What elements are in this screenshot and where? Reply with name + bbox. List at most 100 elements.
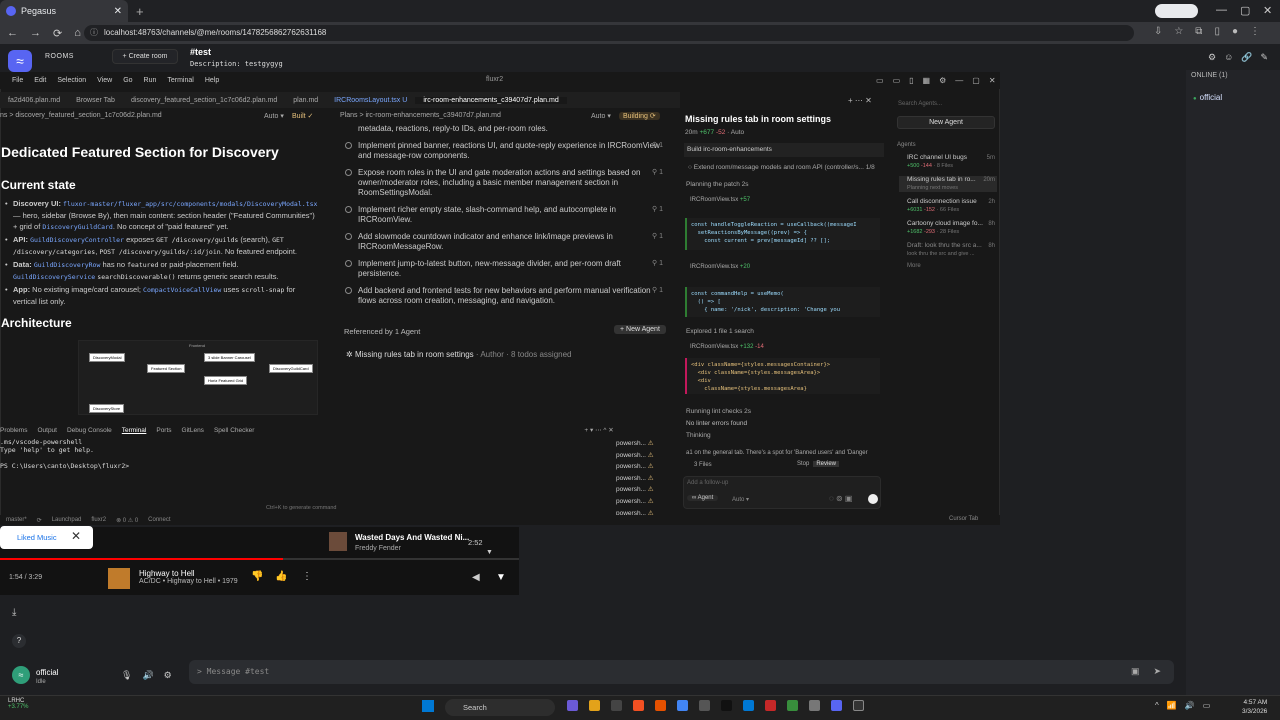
- clock[interactable]: 4:57 AM 3/3/2026: [1242, 698, 1267, 716]
- menu-terminal[interactable]: Terminal: [167, 77, 193, 84]
- extensions-icon[interactable]: ⧉: [1195, 26, 1202, 37]
- menu-file[interactable]: File: [12, 77, 23, 84]
- tab-terminal[interactable]: Terminal: [122, 427, 147, 434]
- tiktok-icon[interactable]: [721, 700, 732, 711]
- battery-icon[interactable]: ▭: [1203, 701, 1211, 710]
- gear-icon[interactable]: ⚙: [939, 76, 946, 85]
- terminal-instance[interactable]: powersh...: [616, 438, 654, 450]
- panel-icon[interactable]: ▭: [893, 76, 901, 85]
- auto-dropdown[interactable]: Auto ▾: [264, 112, 284, 120]
- menu-run[interactable]: Run: [144, 77, 157, 84]
- app-icon[interactable]: [655, 700, 666, 711]
- download-icon[interactable]: ⤓: [12, 607, 16, 618]
- auto-dropdown[interactable]: Auto ▾: [591, 112, 611, 120]
- message-input[interactable]: [189, 660, 1174, 684]
- layout-icon[interactable]: ▭: [876, 76, 884, 85]
- agent-mode-dropdown[interactable]: ∞ Agent: [687, 495, 719, 501]
- input-tool-icons[interactable]: ◌ ⊚ ▣: [829, 494, 852, 503]
- minimize-icon[interactable]: —: [1216, 4, 1227, 16]
- member-item[interactable]: official: [1193, 93, 1223, 102]
- file-header[interactable]: IRCRoomView.tsx +57: [690, 197, 750, 203]
- search-agents-input[interactable]: Search Agents...: [898, 101, 942, 107]
- review-button[interactable]: Review: [813, 461, 840, 467]
- upnext-title[interactable]: Wasted Days And Wasted Ni...: [355, 533, 469, 542]
- image-icon[interactable]: ▣: [1131, 666, 1140, 677]
- tab-output[interactable]: Output: [37, 427, 57, 434]
- app-icon[interactable]: [765, 700, 776, 711]
- todo-checkbox[interactable]: [345, 287, 352, 294]
- connect-status[interactable]: Connect: [148, 517, 170, 523]
- new-agent-button[interactable]: New Agent: [897, 116, 995, 129]
- back-icon[interactable]: ←: [7, 27, 18, 39]
- breadcrumb[interactable]: ns > discovery_featured_section_1c7c06d2…: [0, 112, 162, 119]
- forward-icon[interactable]: →: [30, 27, 41, 39]
- terminal-instance[interactable]: powersh...: [616, 461, 654, 473]
- todo-checkbox[interactable]: [345, 142, 352, 149]
- send-icon[interactable]: [868, 494, 878, 504]
- send-icon[interactable]: ➤: [1154, 666, 1162, 677]
- close-icon[interactable]: ✕: [989, 76, 996, 85]
- editor-tab[interactable]: Browser Tab: [68, 97, 123, 104]
- branch-status[interactable]: master*: [6, 517, 27, 523]
- build-row[interactable]: Build irc-room-enhancements: [684, 143, 884, 157]
- app-icon[interactable]: [633, 700, 644, 711]
- chevron-down-icon[interactable]: ▼: [486, 549, 493, 556]
- editor-tab[interactable]: plan.md: [285, 97, 326, 104]
- tab-problems[interactable]: Problems: [0, 427, 27, 434]
- cursor-tab-status[interactable]: Cursor Tab: [949, 516, 978, 522]
- link-icon[interactable]: 🔗: [1241, 52, 1252, 63]
- terminal-instance[interactable]: powersh...: [616, 450, 654, 462]
- agent-list-item[interactable]: IRC channel UI bugs 5m +500 -144 · 8 Fil…: [899, 154, 997, 170]
- thumbs-up-icon[interactable]: 👍: [275, 571, 287, 582]
- close-window-icon[interactable]: ✕: [1263, 4, 1272, 17]
- app-icon[interactable]: [809, 700, 820, 711]
- agent-panel-controls[interactable]: + ⋯ ✕: [848, 96, 872, 105]
- liked-music-link[interactable]: Liked Music: [17, 533, 57, 542]
- menu-selection[interactable]: Selection: [57, 77, 86, 84]
- files-count[interactable]: 3 Files: [694, 462, 712, 468]
- browser-tab[interactable]: Pegasus ✕: [0, 0, 128, 22]
- track-title[interactable]: Highway to Hell: [139, 569, 195, 578]
- new-agent-button[interactable]: + New Agent: [614, 325, 666, 334]
- more-options-icon[interactable]: ⋮: [302, 571, 312, 582]
- terminal-instance[interactable]: powersh...: [616, 496, 654, 508]
- todo-checkbox[interactable]: [345, 233, 352, 240]
- maximize-icon[interactable]: ▢: [1240, 4, 1250, 17]
- bookmark-star-icon[interactable]: ☆: [1174, 26, 1183, 37]
- chrome-icon[interactable]: [677, 700, 688, 711]
- microphone-icon[interactable]: 🎙: [121, 670, 132, 681]
- editor-tab-active[interactable]: irc-room-enhancements_c39407d7.plan.md: [415, 96, 567, 104]
- agent-list-item[interactable]: Cartoony cloud image fo... 8h +1682 -293…: [899, 220, 997, 236]
- todo-checkbox[interactable]: [345, 169, 352, 176]
- more-agents-link[interactable]: More: [907, 263, 921, 269]
- agent-list-item[interactable]: Call disconnection issue 2h +6031 -152 ·…: [899, 198, 997, 214]
- expand-icon[interactable]: ▼: [496, 572, 506, 583]
- sidebar-icon[interactable]: ▯: [1214, 26, 1220, 37]
- app-logo-icon[interactable]: ≈: [8, 50, 32, 72]
- todo-checkbox[interactable]: [345, 206, 352, 213]
- start-icon[interactable]: [422, 700, 434, 712]
- sync-status[interactable]: ⟳: [37, 517, 42, 524]
- editor-tab[interactable]: discovery_featured_section_1c7c06d2.plan…: [123, 97, 285, 104]
- help-icon[interactable]: ?: [12, 634, 26, 648]
- app-icon[interactable]: [567, 700, 578, 711]
- agent-list-item[interactable]: Draft: look thru the src a... 8h look th…: [899, 242, 997, 258]
- add-terminal-icon[interactable]: + ▾ ⋯ ^ ✕: [584, 426, 613, 434]
- create-room-button[interactable]: + Create room: [112, 49, 178, 64]
- agent-list-item-selected[interactable]: Missing rules tab in ro... 20m Planning …: [899, 176, 997, 192]
- ticker-widget[interactable]: LRHC +3.77%: [8, 698, 29, 710]
- launchpad-status[interactable]: Launchpad: [52, 517, 82, 523]
- file-header[interactable]: IRCRoomView.tsx +20: [690, 264, 750, 270]
- menu-edit[interactable]: Edit: [34, 77, 46, 84]
- menu-view[interactable]: View: [97, 77, 112, 84]
- terminal-instance[interactable]: powersh...: [616, 484, 654, 496]
- minimize-icon[interactable]: —: [955, 76, 963, 85]
- editor-tab[interactable]: fa2d406.plan.md: [0, 97, 68, 104]
- address-bar[interactable]: ⓘ localhost:48763/channels/@me/rooms/147…: [84, 25, 1134, 41]
- taskbar-search[interactable]: Search: [445, 699, 555, 716]
- file-header[interactable]: IRCRoomView.tsx +132 -14: [690, 344, 764, 350]
- tab-ports[interactable]: Ports: [156, 427, 171, 434]
- info-icon[interactable]: ⓘ: [90, 25, 98, 41]
- members-icon[interactable]: ☺: [1224, 52, 1233, 63]
- discord-icon[interactable]: [831, 700, 842, 711]
